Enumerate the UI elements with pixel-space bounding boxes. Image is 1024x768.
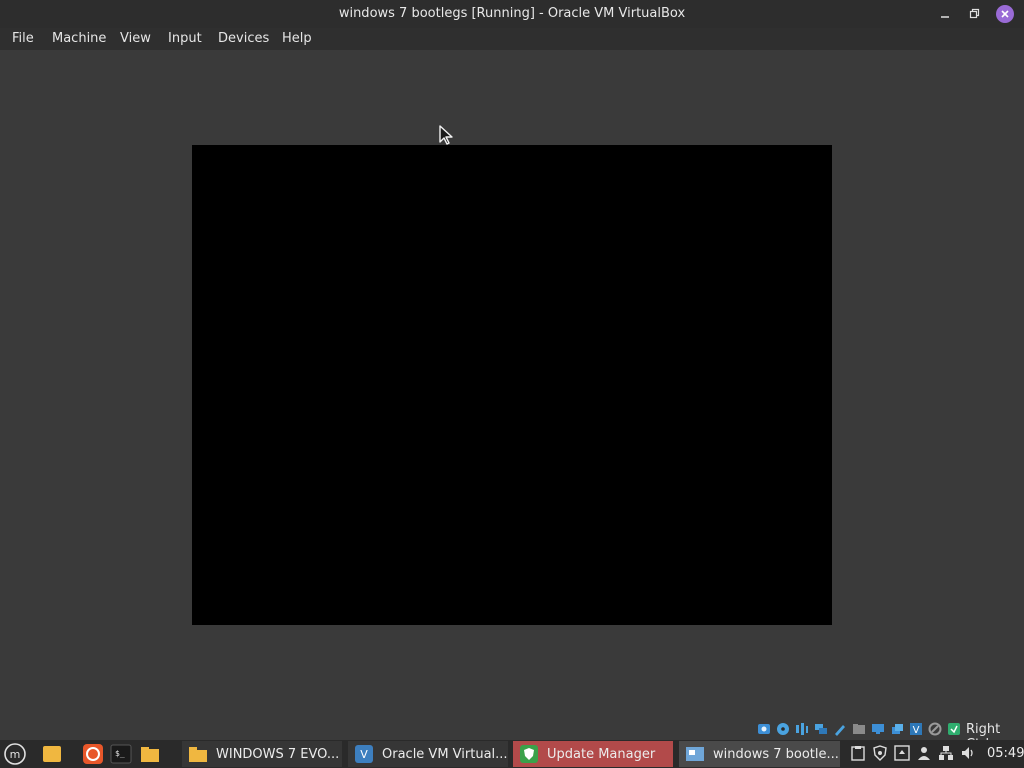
hard-disk-icon[interactable] bbox=[756, 722, 772, 736]
minimize-button[interactable] bbox=[934, 4, 956, 24]
task-vm-window[interactable]: windows 7 bootle... bbox=[679, 741, 840, 767]
vt-x-icon[interactable]: V bbox=[908, 722, 924, 736]
mouse-pointer-icon bbox=[439, 125, 453, 145]
terminal-icon[interactable]: $_ bbox=[110, 743, 132, 765]
system-tray bbox=[850, 745, 976, 761]
mint-menu-icon[interactable]: m bbox=[4, 743, 26, 765]
mouse-integration-icon[interactable] bbox=[927, 722, 943, 736]
update-shield-icon[interactable] bbox=[872, 745, 888, 761]
clock[interactable]: 05:49 bbox=[987, 746, 1024, 761]
audio-icon[interactable] bbox=[794, 722, 810, 736]
network-icon[interactable] bbox=[813, 722, 829, 736]
menu-view[interactable]: View bbox=[120, 31, 151, 46]
volume-icon[interactable] bbox=[960, 745, 976, 761]
close-button[interactable] bbox=[994, 4, 1016, 24]
task-virtualbox-manager[interactable]: V Oracle VM Virtual... bbox=[348, 741, 508, 767]
svg-text:V: V bbox=[913, 725, 920, 736]
keyboard-icon[interactable] bbox=[946, 722, 962, 736]
menu-devices[interactable]: Devices bbox=[218, 31, 269, 46]
menu-bar: File Machine View Input Devices Help bbox=[0, 28, 1024, 50]
minimize-icon bbox=[941, 16, 949, 18]
menu-help[interactable]: Help bbox=[282, 31, 312, 46]
recording-icon[interactable] bbox=[889, 722, 905, 736]
virtualbox-icon: V bbox=[354, 744, 374, 764]
network-icon[interactable] bbox=[938, 745, 954, 761]
taskbar: m $_ WINDOWS 7 EVO... V Oracle VM Virtua… bbox=[0, 740, 1024, 768]
title-bar: windows 7 bootlegs [Running] - Oracle VM… bbox=[0, 0, 1024, 28]
task-windows7-evo-folder[interactable]: WINDOWS 7 EVO... bbox=[182, 741, 342, 767]
task-label: windows 7 bootle... bbox=[713, 746, 839, 762]
optical-drive-icon[interactable] bbox=[775, 722, 791, 736]
window-title: windows 7 bootlegs [Running] - Oracle VM… bbox=[338, 6, 686, 21]
task-update-manager[interactable]: Update Manager bbox=[513, 741, 673, 767]
task-label: WINDOWS 7 EVO... bbox=[216, 746, 340, 762]
vbox-status-bar: V Right Ctrl bbox=[0, 718, 1024, 752]
svg-text:m: m bbox=[10, 748, 21, 761]
folder-icon[interactable] bbox=[139, 743, 161, 765]
folder-icon bbox=[188, 744, 208, 764]
eject-icon[interactable] bbox=[894, 745, 910, 761]
task-label: Update Manager bbox=[547, 746, 656, 762]
svg-text:V: V bbox=[360, 748, 368, 761]
user-icon[interactable] bbox=[916, 745, 932, 761]
maximize-button[interactable] bbox=[963, 4, 985, 24]
menu-file[interactable]: File bbox=[12, 31, 34, 46]
task-label: Oracle VM Virtual... bbox=[382, 746, 508, 762]
menu-machine[interactable]: Machine bbox=[52, 31, 106, 46]
restore-icon bbox=[969, 8, 980, 19]
menu-input[interactable]: Input bbox=[168, 31, 202, 46]
usb-icon[interactable] bbox=[832, 722, 848, 736]
files-icon[interactable] bbox=[41, 743, 63, 765]
vm-screen[interactable] bbox=[192, 145, 832, 625]
clipboard-icon[interactable] bbox=[850, 745, 866, 761]
close-icon bbox=[996, 5, 1014, 23]
display-icon[interactable] bbox=[870, 722, 886, 736]
firefox-icon[interactable] bbox=[82, 743, 104, 765]
shared-folders-icon[interactable] bbox=[851, 722, 867, 736]
svg-text:$_: $_ bbox=[115, 749, 125, 758]
shield-icon bbox=[519, 744, 539, 764]
vm-window-icon bbox=[685, 744, 705, 764]
